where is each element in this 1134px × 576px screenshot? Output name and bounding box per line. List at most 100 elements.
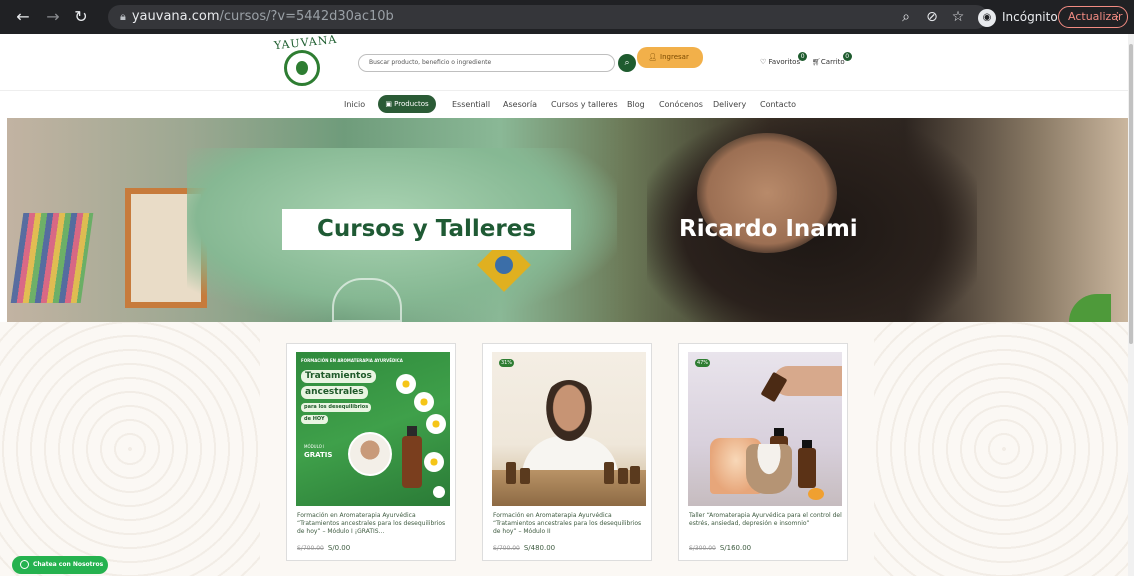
main-nav: Inicio ▣ Productos Essentiall Asesoría C…	[0, 90, 1134, 118]
back-icon[interactable]: ←	[12, 6, 34, 28]
discount-badge: 31%	[499, 359, 514, 367]
hero-banner: Cursos y Talleres Ricardo Inami	[7, 118, 1129, 322]
image-kicker: FORMACIÓN EN AROMATERAPIA AYURVÉDICA	[301, 358, 403, 363]
url-path: /cursos/?v=5442d30ac10b	[219, 9, 394, 24]
bag-icon: ▣	[385, 100, 395, 108]
image-line: ancestrales	[301, 386, 368, 399]
favorites-label: Favoritos	[768, 58, 801, 66]
image-module-label: MÓDULO I	[304, 444, 325, 449]
nav-item-inicio[interactable]: Inicio	[344, 99, 365, 111]
incognito-icon: ◉	[978, 8, 996, 27]
product-price: S/700.00 S/480.00	[493, 544, 555, 553]
heart-icon: ♡	[760, 58, 767, 66]
incognito-indicator[interactable]: ◉ Incógnito	[978, 7, 1058, 27]
browser-toolbar: ← → ↻ 🔒︎ yauvana.com/cursos/?v=5442d30ac1…	[0, 0, 1134, 34]
old-price: S/300.00	[689, 545, 716, 552]
address-bar[interactable]: 🔒︎ yauvana.com/cursos/?v=5442d30ac10b	[108, 5, 988, 29]
login-label: Ingresar	[660, 53, 689, 61]
search-icon[interactable]: ⌕	[618, 54, 636, 72]
nav-item-delivery[interactable]: Delivery	[713, 99, 746, 111]
favorites-count-badge: 0	[798, 52, 808, 61]
brand-logo-icon	[433, 486, 445, 498]
product-grid: FORMACIÓN EN AROMATERAPIA AYURVÉDICA Tra…	[0, 322, 1134, 576]
product-image[interactable]: 47%	[688, 352, 842, 506]
discount-badge: 47%	[695, 359, 710, 367]
menu-dots-icon[interactable]: ⋮	[1112, 7, 1123, 27]
orange-slice	[808, 488, 824, 500]
oil-bottle	[604, 462, 614, 484]
favorites-link[interactable]: ♡ Favoritos0	[760, 52, 808, 68]
image-line: Tratamientos	[301, 370, 376, 383]
lock-icon: 🔒︎	[120, 10, 126, 23]
nav-item-essentiall[interactable]: Essentiall	[452, 99, 490, 111]
image-line: de HOY	[301, 415, 328, 424]
product-card[interactable]: 31% Formación en Aromaterapia Ayurvédica…	[482, 343, 652, 561]
hero-pens	[10, 213, 94, 303]
hero-title-box: Cursos y Talleres	[282, 209, 571, 250]
logo-mark-icon	[284, 50, 320, 86]
oil-bottle	[798, 440, 816, 488]
hero-leaf	[1069, 294, 1111, 322]
product-title[interactable]: Formación en Aromaterapia Ayurvédica “Tr…	[297, 512, 452, 536]
nav-item-blog[interactable]: Blog	[627, 99, 645, 111]
whatsapp-icon	[20, 560, 29, 569]
update-button[interactable]: Actualizar ⋮	[1058, 6, 1128, 28]
page-scrollbar[interactable]	[1128, 34, 1134, 576]
mandala-pattern-left	[0, 322, 260, 576]
incognito-label: Incógnito	[1002, 10, 1058, 24]
scrollbar-thumb[interactable]	[1129, 44, 1133, 344]
current-price: S/160.00	[719, 544, 752, 552]
chamomile-flower	[414, 392, 434, 412]
current-price: S/480.00	[523, 544, 556, 552]
cart-link[interactable]: 🛒︎Carrito0	[812, 52, 852, 68]
nav-item-cursos[interactable]: Cursos y talleres	[551, 99, 618, 111]
product-image[interactable]: 31%	[492, 352, 646, 506]
product-price: S/700.00 S/0.00	[297, 544, 350, 553]
chamomile-flower	[426, 414, 446, 434]
diffuser	[746, 444, 792, 494]
whatsapp-chat-button[interactable]: Chatea con Nosotros	[12, 556, 108, 574]
cart-icon: 🛒︎	[812, 58, 821, 66]
product-title[interactable]: Formación en Aromaterapia Ayurvédica “Tr…	[493, 512, 648, 536]
hero-glass	[332, 278, 402, 322]
current-price: S/0.00	[327, 544, 351, 552]
cart-count-badge: 0	[842, 52, 852, 61]
cart-label: Carrito	[820, 58, 845, 66]
site-logo[interactable]: YAUVANA	[270, 32, 338, 90]
oil-bottle	[630, 466, 640, 484]
image-free-label: GRATIS	[304, 451, 333, 459]
forward-icon[interactable]: →	[42, 6, 64, 28]
reload-icon[interactable]: ↻	[70, 6, 92, 28]
hero-instructor-name: Ricardo Inami	[679, 216, 858, 242]
user-icon: 👤︎	[648, 53, 658, 61]
chamomile-flower	[396, 374, 416, 394]
image-line: para los desequilibrios	[301, 403, 372, 412]
product-card[interactable]: 47% Taller “Aromaterapia Ayurvédica para…	[678, 343, 848, 561]
nav-item-asesoria[interactable]: Asesoría	[503, 99, 537, 111]
search-placeholder: Buscar producto, beneficio o ingrediente	[369, 59, 492, 66]
instructor-portrait	[348, 432, 392, 476]
oil-bottle	[402, 426, 422, 488]
bookmark-star-icon[interactable]: ☆	[948, 7, 968, 27]
site-header: YAUVANA Buscar producto, beneficio o ing…	[0, 32, 1134, 90]
chat-label: Chatea con Nosotros	[33, 561, 104, 568]
product-card[interactable]: FORMACIÓN EN AROMATERAPIA AYURVÉDICA Tra…	[286, 343, 456, 561]
logo-wordmark: YAUVANA	[273, 32, 338, 53]
nav-item-contacto[interactable]: Contacto	[760, 99, 796, 111]
product-title[interactable]: Taller “Aromaterapia Ayurvédica para el …	[689, 512, 844, 528]
oil-bottle	[506, 462, 516, 484]
old-price: S/700.00	[297, 545, 324, 552]
search-input[interactable]: Buscar producto, beneficio o ingrediente	[358, 54, 615, 72]
nav-item-conocenos[interactable]: Conócenos	[659, 99, 703, 111]
mandala-pattern-right	[874, 322, 1134, 576]
zoom-icon[interactable]: ⌕	[896, 7, 916, 27]
tracking-protection-icon[interactable]: ⊘	[922, 7, 942, 27]
oil-bottle	[520, 468, 530, 484]
hero-title: Cursos y Talleres	[316, 216, 537, 242]
product-image[interactable]: FORMACIÓN EN AROMATERAPIA AYURVÉDICA Tra…	[296, 352, 450, 506]
login-button[interactable]: 👤︎ Ingresar	[637, 47, 703, 68]
nav-item-productos-label: Productos	[394, 100, 429, 108]
product-price: S/300.00 S/160.00	[689, 544, 751, 553]
old-price: S/700.00	[493, 545, 520, 552]
nav-item-productos[interactable]: ▣ Productos	[378, 95, 436, 113]
